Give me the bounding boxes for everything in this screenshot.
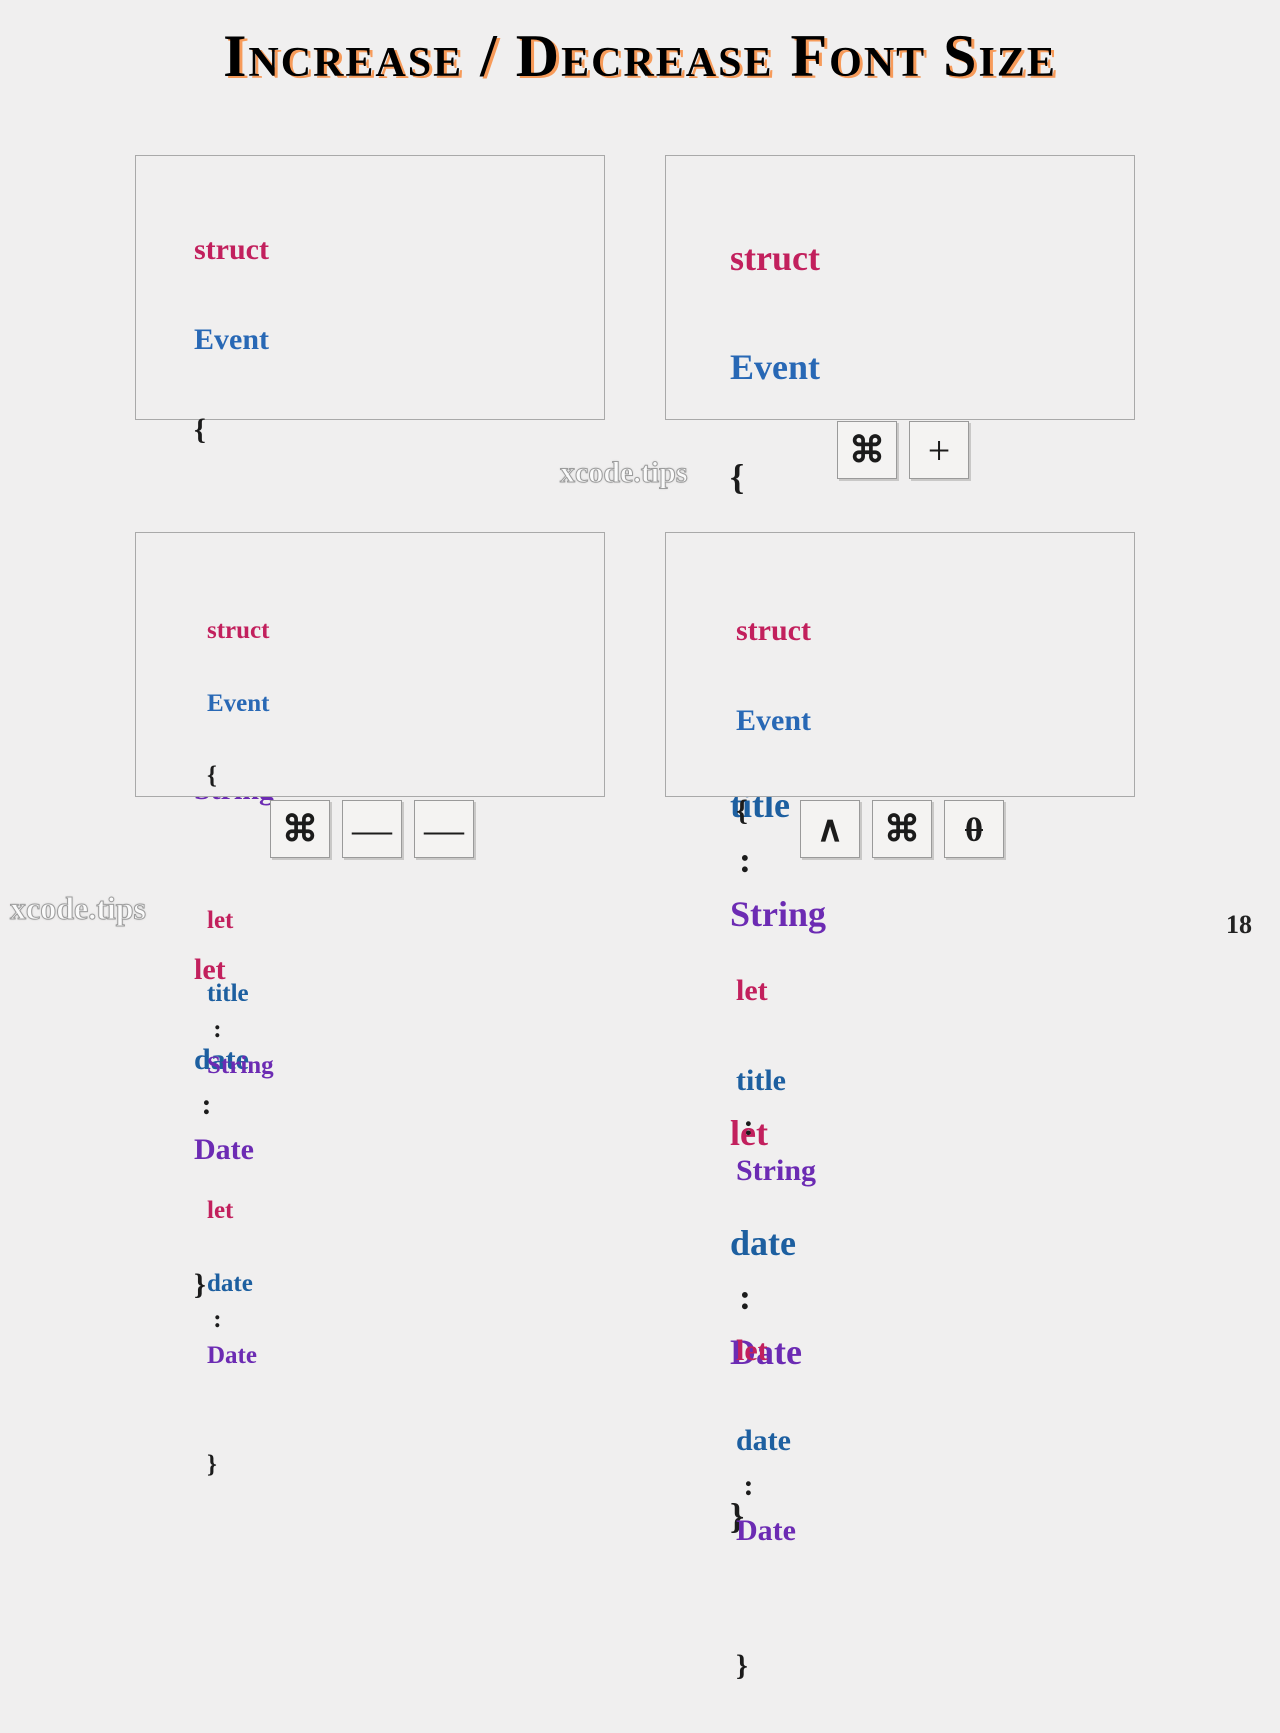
- keyword-struct: struct: [736, 614, 811, 647]
- keyword-let: let: [736, 1334, 768, 1367]
- key-plus: +: [909, 421, 969, 479]
- type-name: Event: [730, 347, 820, 387]
- brace-open: {: [194, 413, 206, 446]
- code-panel-smaller: struct Event { let title : String let da…: [135, 532, 605, 797]
- type-date: Date: [207, 1342, 257, 1369]
- type-name: Event: [207, 690, 270, 717]
- keyword-let: let: [736, 974, 768, 1007]
- code-panel-larger: struct Event { let title : String let da…: [665, 155, 1135, 420]
- colon: :: [213, 1306, 221, 1333]
- key-command: ⌘: [837, 421, 897, 479]
- watermark-center: xcode.tips: [560, 456, 688, 490]
- watermark-corner: xcode.tips: [10, 890, 146, 927]
- property-date: date: [736, 1424, 791, 1457]
- colon: :: [744, 1469, 754, 1502]
- brace-close: }: [207, 1451, 217, 1478]
- type-name: Event: [194, 323, 269, 356]
- brace-close: }: [736, 1649, 748, 1682]
- keyword-let: let: [207, 1197, 233, 1224]
- page-title: Increase / Decrease Font Size: [0, 22, 1280, 91]
- brace-open: {: [736, 794, 748, 827]
- property-title: title: [207, 980, 249, 1007]
- colon: :: [744, 1109, 754, 1142]
- key-command: ⌘: [872, 800, 932, 858]
- colon: :: [213, 1016, 221, 1043]
- page-number: 18: [1226, 910, 1252, 940]
- property-date: date: [207, 1270, 253, 1297]
- key-zero: 0: [944, 800, 1004, 858]
- type-name: Event: [736, 704, 811, 737]
- property-title: title: [736, 1064, 786, 1097]
- key-minus: —: [342, 800, 402, 858]
- key-minus: —: [414, 800, 474, 858]
- code-panel-original: struct Event { let title : String let da…: [135, 155, 605, 420]
- key-command: ⌘: [270, 800, 330, 858]
- keyword-let: let: [207, 907, 233, 934]
- code-panel-reset: struct Event { let title : String let da…: [665, 532, 1135, 797]
- shortcut-reset: ∧ ⌘ 0: [800, 800, 1004, 858]
- key-control: ∧: [800, 800, 860, 858]
- keyword-struct: struct: [194, 233, 269, 266]
- type-string: String: [207, 1052, 274, 1079]
- brace-open: {: [730, 457, 744, 497]
- type-date: Date: [736, 1514, 796, 1547]
- keyword-struct: struct: [207, 617, 269, 644]
- shortcut-decrease: ⌘ — —: [270, 800, 474, 858]
- keyword-struct: struct: [730, 238, 820, 278]
- type-string: String: [736, 1154, 816, 1187]
- brace-open: {: [207, 762, 217, 789]
- shortcut-increase: ⌘ +: [837, 421, 969, 479]
